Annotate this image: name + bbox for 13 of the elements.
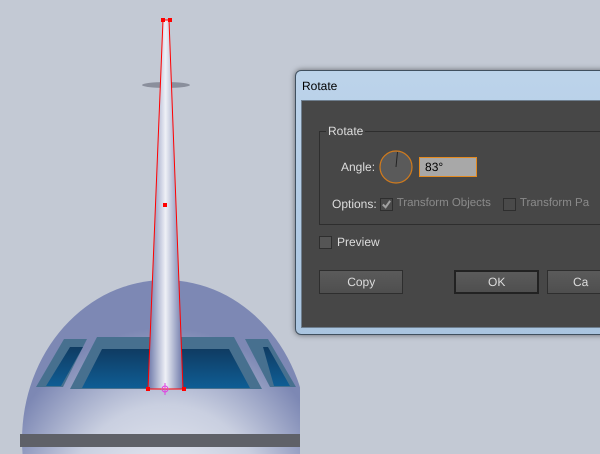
preview-label: Preview <box>337 234 380 251</box>
dialog-button[interactable]: OK <box>454 270 539 294</box>
options-label: Options: <box>332 196 377 213</box>
option-label: Transform Objects <box>396 196 491 212</box>
checkmark-icon <box>380 198 392 210</box>
option-label: Transform Pa <box>520 196 590 212</box>
dialog-button[interactable]: Ca <box>547 270 600 294</box>
angle-input[interactable]: 83° <box>419 157 478 177</box>
window-title: Rotate <box>302 78 338 94</box>
angle-label: Angle: <box>340 159 376 176</box>
angle-dial-icon[interactable] <box>379 150 414 184</box>
dialog-button[interactable]: Copy <box>319 270 404 294</box>
checkbox[interactable] <box>319 236 332 248</box>
